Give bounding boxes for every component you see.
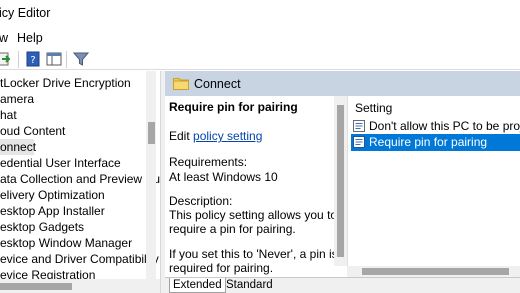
toolbar-separator xyxy=(18,51,19,68)
tree-item-camera[interactable]: amera xyxy=(0,91,34,107)
tree-item-cloud-content[interactable]: oud Content xyxy=(0,123,65,139)
policy-setting-icon xyxy=(353,136,365,148)
tree-vertical-scrollbar[interactable] xyxy=(146,71,156,279)
tree-item-device-registration[interactable]: evice Registration xyxy=(0,267,95,279)
menu-help[interactable]: Help xyxy=(17,31,43,45)
tab-extended[interactable]: Extended xyxy=(169,278,226,293)
menu-bar: w Help xyxy=(0,28,520,48)
list-horizontal-scroll-thumb[interactable] xyxy=(362,268,509,275)
description-line-2: require a pin for pairing. xyxy=(169,222,296,236)
category-title: Connect xyxy=(194,77,241,91)
list-row-label: Require pin for pairing xyxy=(369,135,488,149)
edit-policy-line: Edit policy setting xyxy=(169,129,262,143)
setting-title: Require pin for pairing xyxy=(169,100,298,114)
requirements-value: At least Windows 10 xyxy=(169,170,278,184)
settings-list: Setting Don't allow this PC to be projec… xyxy=(347,96,520,266)
tree-item-data-collection[interactable]: ata Collection and Preview Builds xyxy=(0,171,160,187)
toolbar: ? xyxy=(0,48,520,70)
list-row-selected[interactable]: Require pin for pairing xyxy=(351,134,520,151)
toolbar-separator xyxy=(66,51,67,68)
category-header: Connect xyxy=(165,71,520,96)
tree-horizontal-scroll-thumb[interactable] xyxy=(0,283,72,290)
note-line-2: required for pairing. xyxy=(169,261,274,275)
tab-standard[interactable]: Standard xyxy=(223,278,276,293)
show-hide-pane-icon[interactable] xyxy=(46,51,62,67)
tree-item-connect[interactable]: onnect xyxy=(0,139,36,155)
menu-view[interactable]: w xyxy=(0,31,8,45)
title-bar: icy Editor xyxy=(0,0,520,28)
view-tabs: Extended Standard xyxy=(165,277,520,293)
folder-icon xyxy=(173,78,189,90)
note-line-1: If you set this to 'Never', a pin isn't xyxy=(169,247,345,261)
tree-item-device-driver-compat[interactable]: evice and Driver Compatibility xyxy=(0,251,159,267)
filter-icon[interactable] xyxy=(73,51,89,67)
edit-policy-link[interactable]: policy setting xyxy=(193,129,262,143)
svg-text:?: ? xyxy=(30,55,35,66)
policy-tree: tLocker Drive Encryption amera hat oud C… xyxy=(0,71,160,279)
description-label: Description: xyxy=(169,194,233,208)
window-title: icy Editor xyxy=(0,6,51,20)
tree-item-credential-ui[interactable]: edential User Interface xyxy=(0,155,121,171)
description-line-1: This policy setting allows you to xyxy=(169,208,338,222)
list-row-label: Don't allow this PC to be projected to xyxy=(369,119,520,133)
tree-item-bitlocker[interactable]: tLocker Drive Encryption xyxy=(0,75,131,91)
policy-setting-icon xyxy=(353,120,365,132)
tree-item-desktop-gadgets[interactable]: esktop Gadgets xyxy=(0,219,84,235)
help-icon[interactable]: ? xyxy=(25,51,41,67)
description-pane: Require pin for pairing Edit policy sett… xyxy=(165,96,345,279)
column-header-setting[interactable]: Setting xyxy=(355,101,392,115)
export-list-icon[interactable] xyxy=(0,51,12,67)
tree-vertical-scroll-thumb[interactable] xyxy=(148,122,155,144)
tree-item-desktop-app-installer[interactable]: esktop App Installer xyxy=(0,203,105,219)
edit-prefix: Edit xyxy=(169,129,194,143)
tree-item-chat[interactable]: hat xyxy=(0,107,17,123)
description-vertical-scroll-thumb[interactable] xyxy=(337,105,344,257)
list-row[interactable]: Don't allow this PC to be projected to xyxy=(351,118,520,135)
tree-item-delivery-optimization[interactable]: elivery Optimization xyxy=(0,187,105,203)
requirements-label: Requirements: xyxy=(169,155,248,169)
tree-item-desktop-window-manager[interactable]: esktop Window Manager xyxy=(0,235,132,251)
